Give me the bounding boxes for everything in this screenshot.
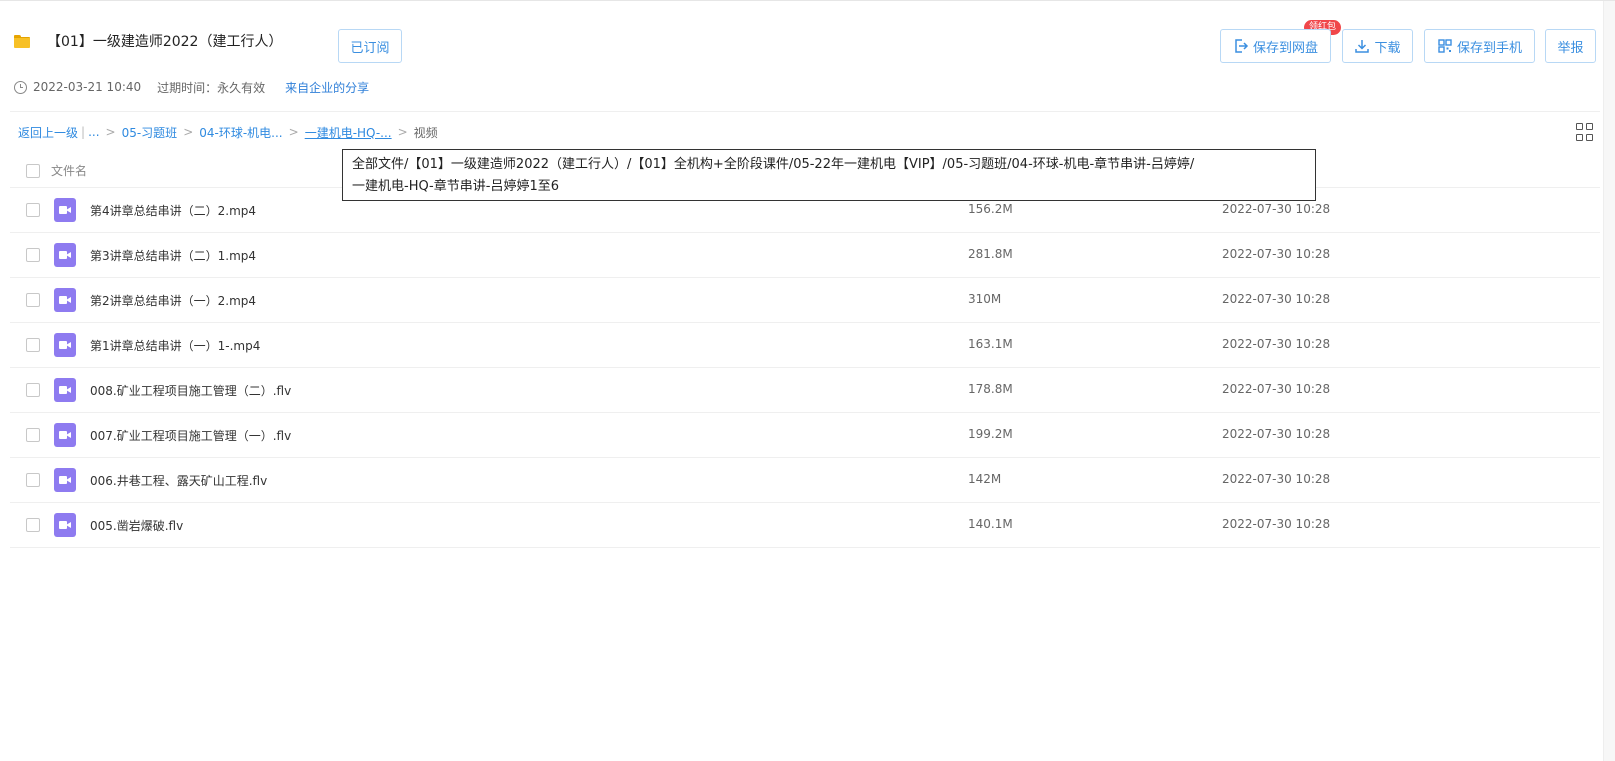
file-time: 2022-07-30 10:28 (1222, 292, 1331, 306)
file-size: 156.2M (968, 202, 1013, 216)
share-meta: 2022-03-21 10:40 过期时间：永久有效 来自企业的分享 (14, 78, 369, 96)
file-row[interactable]: 006.井巷工程、露天矿山工程.flv 142M 2022-07-30 10:2… (10, 458, 1600, 503)
file-name[interactable]: 006.井巷工程、露天矿山工程.flv (90, 472, 267, 489)
share-title: 【01】一级建造师2022（建工行人） (47, 34, 283, 50)
breadcrumb-pipe: | (81, 125, 86, 139)
file-row[interactable]: 007.矿业工程项目施工管理（一）.flv 199.2M 2022-07-30 … (10, 413, 1600, 458)
file-time: 2022-07-30 10:28 (1222, 337, 1331, 351)
file-size: 142M (968, 472, 1002, 486)
file-size: 310M (968, 292, 1002, 306)
file-name[interactable]: 008.矿业工程项目施工管理（二）.flv (90, 382, 291, 399)
grid-view-icon[interactable] (1576, 123, 1594, 141)
file-size: 140.1M (968, 517, 1013, 531)
breadcrumb-separator: > (397, 125, 408, 139)
file-name[interactable]: 第1讲章总结串讲（一）1-.mp4 (90, 337, 260, 354)
save-to-disk-button[interactable]: 保存到网盘 (1220, 29, 1331, 63)
save-to-disk-icon (1233, 38, 1249, 54)
file-time: 2022-07-30 10:28 (1222, 427, 1331, 441)
video-file-icon (54, 288, 76, 312)
header-divider (10, 111, 1600, 112)
video-file-icon (54, 468, 76, 492)
path-tooltip: 全部文件/【01】一级建造师2022（建工行人）/【01】全机构+全阶段课件/0… (342, 149, 1316, 201)
share-page: 【01】一级建造师2022（建工行人） 已订阅 2022-03-21 10:40… (0, 0, 1615, 761)
scrollbar-track[interactable] (1603, 1, 1615, 761)
clock-icon (14, 80, 27, 94)
report-button[interactable]: 举报 (1545, 29, 1596, 63)
breadcrumb-separator: > (105, 125, 116, 139)
file-list: 第4讲章总结串讲（二）2.mp4 156.2M 2022-07-30 10:28… (10, 188, 1600, 548)
row-checkbox[interactable] (26, 428, 40, 442)
row-checkbox[interactable] (26, 473, 40, 487)
folder-icon (14, 34, 30, 48)
expire-text: 过期时间：永久有效 (157, 80, 266, 95)
breadcrumb-separator: > (183, 125, 194, 139)
breadcrumb-item-exercise[interactable]: 05-习题班 (122, 124, 178, 141)
row-checkbox[interactable] (26, 383, 40, 397)
file-row[interactable]: 第1讲章总结串讲（一）1-.mp4 163.1M 2022-07-30 10:2… (10, 323, 1600, 368)
video-file-icon (54, 243, 76, 267)
enterprise-share-link[interactable]: 来自企业的分享 (285, 79, 369, 96)
save-to-phone-button[interactable]: 保存到手机 (1424, 29, 1535, 63)
download-label: 下载 (1374, 40, 1401, 56)
file-name[interactable]: 第2讲章总结串讲（一）2.mp4 (90, 292, 256, 309)
file-row[interactable]: 第3讲章总结串讲（二）1.mp4 281.8M 2022-07-30 10:28 (10, 233, 1600, 278)
tooltip-line-1: 全部文件/【01】一级建造师2022（建工行人）/【01】全机构+全阶段课件/0… (352, 157, 1195, 172)
video-file-icon (54, 198, 76, 222)
video-file-icon (54, 378, 76, 402)
breadcrumb-item-hq[interactable]: 一建机电-HQ-... (305, 124, 392, 141)
row-checkbox[interactable] (26, 338, 40, 352)
subscribed-button[interactable]: 已订阅 (338, 29, 402, 63)
breadcrumb-current: 视频 (413, 125, 438, 140)
share-date: 2022-03-21 10:40 (33, 80, 142, 94)
tooltip-line-2: 一建机电-HQ-章节串讲-吕婷婷1至6 (352, 179, 559, 194)
row-checkbox[interactable] (26, 518, 40, 532)
download-button[interactable]: 下载 (1342, 29, 1413, 63)
download-icon (1354, 38, 1370, 54)
file-time: 2022-07-30 10:28 (1222, 382, 1331, 396)
file-name[interactable]: 005.凿岩爆破.flv (90, 517, 183, 534)
file-row[interactable]: 第2讲章总结串讲（一）2.mp4 310M 2022-07-30 10:28 (10, 278, 1600, 323)
file-size: 281.8M (968, 247, 1013, 261)
file-row[interactable]: 008.矿业工程项目施工管理（二）.flv 178.8M 2022-07-30 … (10, 368, 1600, 413)
share-title-row: 【01】一级建造师2022（建工行人） (14, 31, 282, 51)
file-time: 2022-07-30 10:28 (1222, 202, 1331, 216)
breadcrumb-ellipsis[interactable]: ... (88, 125, 99, 139)
file-time: 2022-07-30 10:28 (1222, 247, 1331, 261)
file-time: 2022-07-30 10:28 (1222, 517, 1331, 531)
video-file-icon (54, 333, 76, 357)
file-name[interactable]: 第4讲章总结串讲（二）2.mp4 (90, 202, 256, 219)
breadcrumb-separator: > (288, 125, 299, 139)
breadcrumb-item-global[interactable]: 04-环球-机电... (199, 124, 282, 141)
video-file-icon (54, 423, 76, 447)
breadcrumb-back[interactable]: 返回上一级 (18, 124, 78, 141)
file-row[interactable]: 005.凿岩爆破.flv 140.1M 2022-07-30 10:28 (10, 503, 1600, 548)
breadcrumb: 返回上一级 | ... > 05-习题班 > 04-环球-机电... > 一建机… (18, 123, 438, 141)
file-size: 178.8M (968, 382, 1013, 396)
save-to-phone-label: 保存到手机 (1456, 40, 1522, 56)
file-time: 2022-07-30 10:28 (1222, 472, 1331, 486)
row-checkbox[interactable] (26, 203, 40, 217)
row-checkbox[interactable] (26, 248, 40, 262)
file-name[interactable]: 007.矿业工程项目施工管理（一）.flv (90, 427, 291, 444)
file-size: 163.1M (968, 337, 1013, 351)
video-file-icon (54, 513, 76, 537)
file-name[interactable]: 第3讲章总结串讲（二）1.mp4 (90, 247, 256, 264)
select-all-checkbox[interactable] (26, 164, 40, 178)
file-size: 199.2M (968, 427, 1013, 441)
row-checkbox[interactable] (26, 293, 40, 307)
save-to-disk-label: 保存到网盘 (1252, 40, 1318, 56)
qrcode-icon (1437, 38, 1453, 54)
column-header-name: 文件名 (51, 164, 88, 178)
